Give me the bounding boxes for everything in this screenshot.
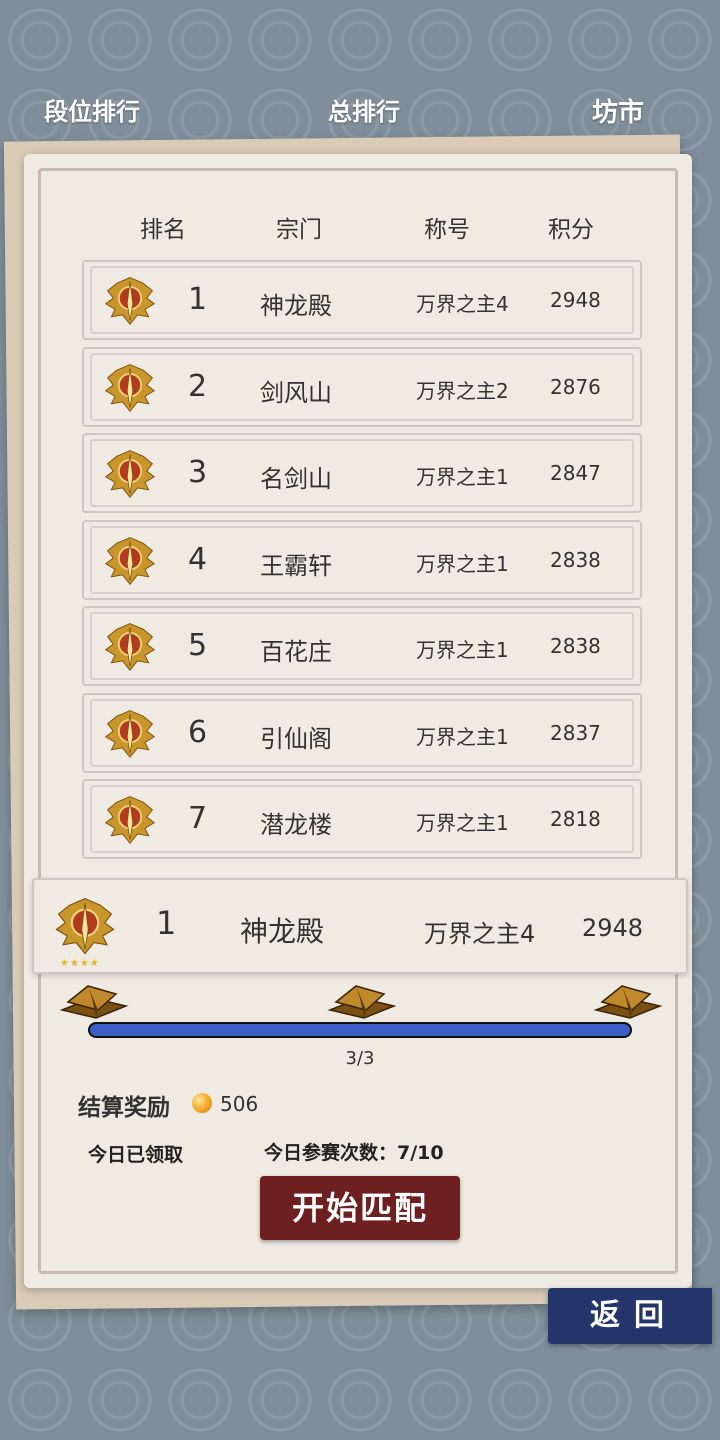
header-title: 称号	[424, 217, 470, 243]
tab-rank-total[interactable]: 总排行	[328, 92, 400, 127]
table-row[interactable]: 4 王霸轩 万界之主1 2838	[82, 519, 642, 600]
tab-rank-level[interactable]: 段位排行	[44, 92, 140, 127]
sect-name: 王霸轩	[260, 551, 332, 580]
my-score: 2948	[582, 914, 644, 942]
sect-name: 百花庄	[260, 638, 332, 666]
sect-name: 神龙殿	[260, 292, 332, 320]
my-rank-row: ★★★★ 1 神龙殿 万界之主4 2948	[32, 878, 688, 974]
score-value: 2847	[550, 461, 601, 485]
my-title: 万界之主4	[424, 920, 536, 948]
score-value: 2818	[550, 807, 601, 831]
rank-badge-icon	[104, 536, 156, 585]
tab-market[interactable]: 坊市	[592, 92, 644, 129]
rank-badge-icon	[55, 898, 115, 955]
table-row[interactable]: 5 百花庄 万界之主1 2838	[82, 606, 642, 686]
ranking-list[interactable]: 1 神龙殿 万界之主4 2948 2 剑风山 万界之主2 2876 3 名剑山 万界之主1 2847 4…	[82, 260, 644, 872]
rank-title: 万界之主1	[416, 811, 509, 835]
rank-badge-icon	[104, 623, 156, 672]
rank-number: 4	[188, 541, 208, 577]
sect-name: 剑风山	[260, 378, 332, 407]
sect-name: 名剑山	[260, 465, 332, 493]
header-score: 积分	[548, 217, 594, 243]
reward-label: 结算奖励	[78, 1095, 170, 1121]
rank-badge-icon	[104, 796, 156, 845]
coin-icon	[192, 1093, 212, 1113]
chest-icon[interactable]	[592, 980, 664, 1020]
rank-title: 万界之主2	[416, 378, 509, 403]
progress-text: 3/3	[345, 1048, 375, 1069]
rank-title: 万界之主1	[416, 465, 509, 489]
sect-name: 引仙阁	[260, 724, 332, 753]
rank-title: 万界之主4	[416, 292, 509, 316]
rank-number: 2	[188, 368, 208, 404]
rank-badge-icon	[104, 709, 156, 758]
rank-number: 5	[188, 628, 208, 663]
progress-fill	[90, 1024, 630, 1036]
chest-icon[interactable]	[58, 980, 130, 1020]
rank-number: 6	[188, 714, 208, 750]
score-value: 2838	[550, 634, 601, 658]
header-rank: 排名	[140, 217, 186, 243]
rank-badge-icon	[104, 363, 156, 412]
table-row[interactable]: 3 名剑山 万界之主1 2847	[82, 433, 642, 513]
my-sect-name: 神龙殿	[240, 915, 325, 948]
chest-icon[interactable]	[326, 980, 398, 1020]
rank-badge-icon	[104, 450, 156, 499]
table-row[interactable]: 6 引仙阁 万界之主1 2837	[82, 692, 642, 773]
back-button[interactable]: 返回	[548, 1288, 712, 1344]
rank-title: 万界之主1	[416, 638, 509, 662]
score-value: 2876	[550, 374, 601, 399]
claimed-status: 今日已领取	[88, 1144, 184, 1166]
score-value: 2837	[550, 720, 601, 745]
rank-badge-icon	[104, 277, 156, 326]
rank-number: 1	[188, 282, 208, 317]
progress-bar	[88, 1022, 632, 1038]
match-count: 今日参赛次数：7/10	[264, 1142, 444, 1164]
table-row[interactable]: 2 剑风山 万界之主2 2876	[82, 346, 642, 427]
rank-title: 万界之主1	[416, 724, 509, 749]
sect-name: 潜龙楼	[260, 811, 332, 839]
rank-number: 3	[188, 455, 208, 490]
start-match-button[interactable]: 开始匹配	[260, 1176, 460, 1240]
score-value: 2948	[550, 288, 601, 312]
star-rating: ★★★★	[60, 958, 100, 969]
my-rank-number: 1	[156, 904, 177, 942]
table-row[interactable]: 7 潜龙楼 万界之主1 2818	[82, 779, 642, 859]
table-row[interactable]: 1 神龙殿 万界之主4 2948	[82, 260, 642, 340]
score-value: 2838	[550, 547, 601, 572]
rank-title: 万界之主1	[416, 551, 509, 576]
reward-value: 506	[220, 1092, 259, 1116]
header-sect: 宗门	[276, 217, 322, 243]
rank-number: 7	[188, 801, 208, 836]
